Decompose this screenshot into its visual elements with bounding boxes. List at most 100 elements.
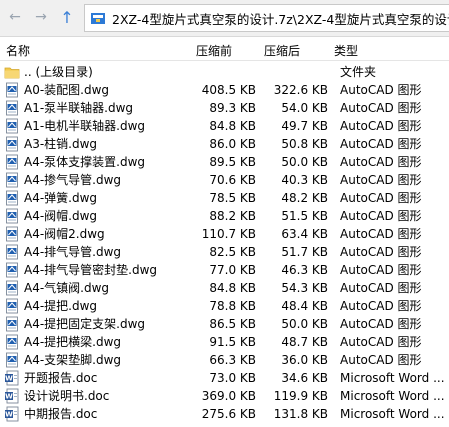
file-type: AutoCAD 图形 xyxy=(340,191,422,205)
file-name: 开题报告.doc xyxy=(24,371,98,385)
up-button[interactable]: ↑ xyxy=(58,7,76,27)
file-row[interactable]: A4-阀帽2.dwg 110.7 KB 63.4 KB AutoCAD 图形 xyxy=(0,225,449,243)
file-compressed-size: 51.7 KB xyxy=(281,245,328,259)
file-size: 86.0 KB xyxy=(209,137,256,151)
file-type: AutoCAD 图形 xyxy=(340,119,422,133)
column-name[interactable]: 名称 xyxy=(6,42,30,59)
arrow-up-icon: ↑ xyxy=(60,7,74,27)
file-size: 89.5 KB xyxy=(209,155,256,169)
file-type: AutoCAD 图形 xyxy=(340,101,422,115)
file-compressed-size: 54.3 KB xyxy=(281,281,328,295)
file-size: 82.5 KB xyxy=(209,245,256,259)
file-compressed-size: 49.7 KB xyxy=(281,119,328,133)
file-row[interactable]: A4-排气导管.dwg 82.5 KB 51.7 KB AutoCAD 图形 xyxy=(0,243,449,261)
file-row[interactable]: A4-排气导管密封垫.dwg 77.0 KB 46.3 KB AutoCAD 图形 xyxy=(0,261,449,279)
dwg-file-icon xyxy=(4,82,20,98)
file-row[interactable]: A4-气镇阀.dwg 84.8 KB 54.3 KB AutoCAD 图形 xyxy=(0,279,449,297)
file-compressed-size: 322.6 KB xyxy=(273,83,328,97)
file-name: .. (上级目录) xyxy=(24,65,93,79)
file-type: AutoCAD 图形 xyxy=(340,83,422,97)
file-size: 66.3 KB xyxy=(209,353,256,367)
file-size: 91.5 KB xyxy=(209,335,256,349)
column-compressed[interactable]: 压缩后 xyxy=(264,42,300,59)
toolbar: ← → ↑ 2XZ-4型旋片式真空泵的设计.7z\2XZ-4型旋片式真空泵的设计 xyxy=(0,0,449,37)
file-name: A4-提把固定支架.dwg xyxy=(24,317,146,331)
file-type: 文件夹 xyxy=(340,65,377,79)
file-size: 78.5 KB xyxy=(209,191,256,205)
file-name: A4-泵体支撑装置.dwg xyxy=(24,155,146,169)
dwg-file-icon xyxy=(4,100,20,116)
file-size: 84.8 KB xyxy=(209,119,256,133)
arrow-right-icon: → xyxy=(35,9,47,25)
address-bar[interactable]: 2XZ-4型旋片式真空泵的设计.7z\2XZ-4型旋片式真空泵的设计 xyxy=(84,4,449,32)
file-type: AutoCAD 图形 xyxy=(340,155,422,169)
file-size: 78.8 KB xyxy=(209,299,256,313)
file-row[interactable]: W 设计说明书.doc 369.0 KB 119.9 KB Microsoft Word… xyxy=(0,387,449,405)
dwg-file-icon xyxy=(4,352,20,368)
dwg-file-icon xyxy=(4,334,20,350)
file-size: 369.0 KB xyxy=(201,389,256,403)
file-row[interactable]: A4-泵体支撑装置.dwg 89.5 KB 50.0 KB AutoCAD 图形 xyxy=(0,153,449,171)
file-compressed-size: 48.4 KB xyxy=(281,299,328,313)
file-compressed-size: 40.3 KB xyxy=(281,173,328,187)
file-size: 77.0 KB xyxy=(209,263,256,277)
file-type: AutoCAD 图形 xyxy=(340,317,422,331)
file-row[interactable]: A4-提把横梁.dwg 91.5 KB 48.7 KB AutoCAD 图形 xyxy=(0,333,449,351)
file-compressed-size: 48.2 KB xyxy=(281,191,328,205)
file-type: AutoCAD 图形 xyxy=(340,299,422,313)
column-size[interactable]: 压缩前 xyxy=(196,42,232,59)
file-compressed-size: 54.0 KB xyxy=(281,101,328,115)
file-row[interactable]: A4-阀帽.dwg 88.2 KB 51.5 KB AutoCAD 图形 xyxy=(0,207,449,225)
file-row[interactable]: A4-支架垫脚.dwg 66.3 KB 36.0 KB AutoCAD 图形 xyxy=(0,351,449,369)
dwg-file-icon xyxy=(4,190,20,206)
address-path: 2XZ-4型旋片式真空泵的设计.7z\2XZ-4型旋片式真空泵的设计 xyxy=(112,11,449,27)
svg-text:W: W xyxy=(5,375,13,383)
file-compressed-size: 63.4 KB xyxy=(281,227,328,241)
dwg-file-icon xyxy=(4,136,20,152)
back-button[interactable]: ← xyxy=(6,8,24,26)
file-compressed-size: 36.0 KB xyxy=(281,353,328,367)
forward-button[interactable]: → xyxy=(32,8,50,26)
file-row[interactable]: A4-掺气导管.dwg 70.6 KB 40.3 KB AutoCAD 图形 xyxy=(0,171,449,189)
file-name: A4-掺气导管.dwg xyxy=(24,173,122,187)
file-row[interactable]: A4-提把.dwg 78.8 KB 48.4 KB AutoCAD 图形 xyxy=(0,297,449,315)
file-type: AutoCAD 图形 xyxy=(340,335,422,349)
svg-text:W: W xyxy=(5,393,13,401)
file-compressed-size: 50.8 KB xyxy=(281,137,328,151)
file-name: A4-支架垫脚.dwg xyxy=(24,353,122,367)
file-row[interactable]: .. (上级目录) 文件夹 xyxy=(0,63,449,81)
file-name: A4-弹簧.dwg xyxy=(24,191,98,205)
file-row[interactable]: A1-电机半联轴器.dwg 84.8 KB 49.7 KB AutoCAD 图形 xyxy=(0,117,449,135)
file-row[interactable]: A0-装配图.dwg 408.5 KB 322.6 KB AutoCAD 图形 xyxy=(0,81,449,99)
column-type[interactable]: 类型 xyxy=(334,42,358,59)
dwg-file-icon xyxy=(4,172,20,188)
file-name: A1-泵半联轴器.dwg xyxy=(24,101,134,115)
file-size: 70.6 KB xyxy=(209,173,256,187)
folder-icon xyxy=(4,64,20,80)
file-name: A4-阀帽2.dwg xyxy=(24,227,105,241)
file-name: A4-气镇阀.dwg xyxy=(24,281,110,295)
file-type: Microsoft Word ... xyxy=(340,371,445,385)
file-compressed-size: 34.6 KB xyxy=(281,371,328,385)
word-doc-icon: W xyxy=(4,370,20,386)
file-type: AutoCAD 图形 xyxy=(340,245,422,259)
file-name: 中期报告.doc xyxy=(24,407,98,421)
archive-icon xyxy=(90,10,106,26)
file-row[interactable]: A3-柱销.dwg 86.0 KB 50.8 KB AutoCAD 图形 xyxy=(0,135,449,153)
file-row[interactable]: W 开题报告.doc 73.0 KB 34.6 KB Microsoft Word ..… xyxy=(0,369,449,387)
file-compressed-size: 119.9 KB xyxy=(273,389,328,403)
file-size: 89.3 KB xyxy=(209,101,256,115)
file-compressed-size: 50.0 KB xyxy=(281,155,328,169)
file-row[interactable]: A4-提把固定支架.dwg 86.5 KB 50.0 KB AutoCAD 图形 xyxy=(0,315,449,333)
file-row[interactable]: A4-弹簧.dwg 78.5 KB 48.2 KB AutoCAD 图形 xyxy=(0,189,449,207)
word-doc-icon: W xyxy=(4,388,20,404)
file-type: Microsoft Word ... xyxy=(340,407,445,421)
file-size: 88.2 KB xyxy=(209,209,256,223)
file-type: AutoCAD 图形 xyxy=(340,137,422,151)
dwg-file-icon xyxy=(4,244,20,260)
dwg-file-icon xyxy=(4,316,20,332)
file-row[interactable]: A1-泵半联轴器.dwg 89.3 KB 54.0 KB AutoCAD 图形 xyxy=(0,99,449,117)
file-type: AutoCAD 图形 xyxy=(340,353,422,367)
file-row[interactable]: W 中期报告.doc 275.6 KB 131.8 KB Microsoft Word … xyxy=(0,405,449,423)
file-size: 73.0 KB xyxy=(209,371,256,385)
